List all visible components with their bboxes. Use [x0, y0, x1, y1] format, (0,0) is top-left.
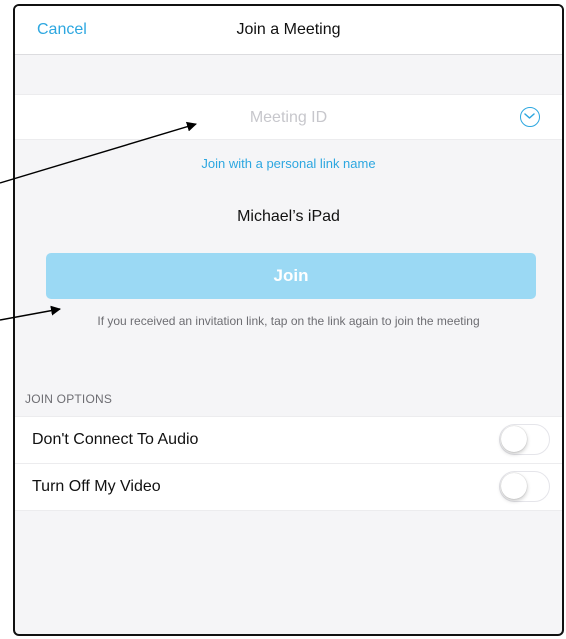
- page-title: Join a Meeting: [236, 21, 341, 38]
- option-label: Don't Connect To Audio: [32, 431, 199, 448]
- meeting-id-row: [15, 94, 562, 141]
- invitation-link-note: If you received an invitation link, tap …: [97, 314, 480, 328]
- display-name-field[interactable]: [75, 204, 502, 230]
- option-row-turn-off-video: Turn Off My Video: [15, 464, 562, 510]
- turn-off-video-toggle[interactable]: [499, 471, 550, 502]
- join-options-list: Don't Connect To Audio Turn Off My Video: [15, 416, 562, 511]
- meeting-id-input[interactable]: [75, 95, 502, 141]
- join-options-header: JOIN OPTIONS: [25, 392, 113, 406]
- join-with-personal-link-button[interactable]: Join with a personal link name: [15, 156, 562, 171]
- toggle-knob: [501, 426, 527, 452]
- navigation-bar: Cancel Join a Meeting: [15, 6, 562, 55]
- option-label: Turn Off My Video: [32, 478, 161, 495]
- join-button[interactable]: Join: [46, 253, 536, 299]
- toggle-knob: [501, 473, 527, 499]
- chevron-down-circle-icon[interactable]: [520, 107, 540, 127]
- dont-connect-audio-toggle[interactable]: [499, 424, 550, 455]
- option-row-dont-connect-audio: Don't Connect To Audio: [15, 417, 562, 464]
- ipad-screen: Cancel Join a Meeting Join with a person…: [13, 4, 564, 636]
